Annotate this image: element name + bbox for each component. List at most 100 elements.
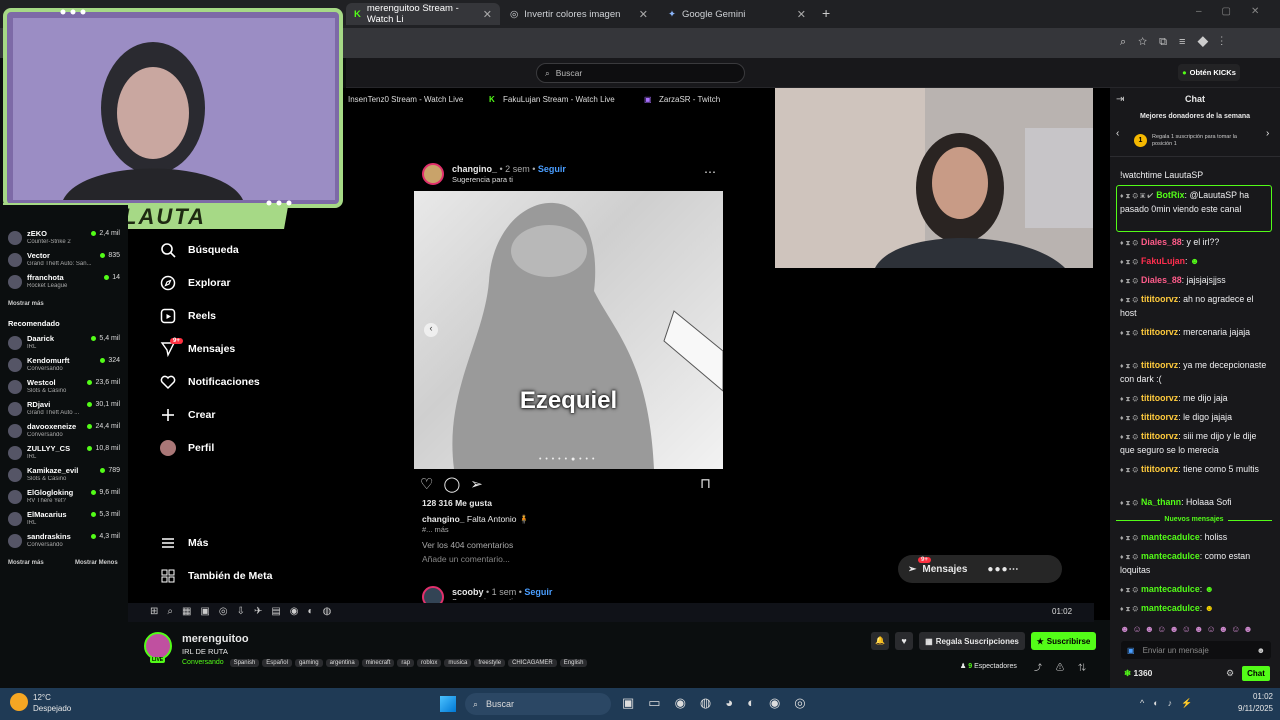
chat-username[interactable]: BotRix	[1156, 190, 1184, 200]
tag[interactable]: Español	[262, 659, 292, 667]
nav-explorar[interactable]: Explorar	[160, 275, 231, 291]
sidebar-channel[interactable]: ZULLYY_CS IRL 10,8 mil	[8, 444, 124, 464]
chat-username[interactable]: mantecadulce	[1141, 584, 1200, 594]
chat-input[interactable]: ▣ Enviar un mensaje ☻	[1121, 641, 1271, 659]
bookmark-icon[interactable]: ⊓	[700, 475, 711, 492]
show-more-link[interactable]: Mostrar más	[8, 560, 44, 566]
tag[interactable]: freestyle	[474, 659, 506, 667]
nav-mas[interactable]: Más	[160, 535, 208, 551]
chat-username[interactable]: FakuLujan	[1141, 256, 1185, 266]
chat-username[interactable]: tititoorvz	[1141, 464, 1178, 474]
chat-username[interactable]: mantecadulce	[1141, 551, 1200, 561]
tag[interactable]: minecraft	[361, 659, 395, 667]
chat-username[interactable]: tititoorvz	[1141, 360, 1178, 370]
sidebar-channel[interactable]: ElGlogloking RV There Yet? 9,6 mil	[8, 488, 124, 508]
channel-action-icons[interactable]: ⤴⚠⇅	[1034, 662, 1100, 673]
windows-taskbar: 12°C Despejado ⌕ Buscar ▣▭◉◍◕◐◉◎ ^◐♪⚡ 01:…	[0, 688, 1280, 720]
nav-notificaciones[interactable]: Notificaciones	[160, 374, 260, 390]
sidebar-channel[interactable]: Kamikaze_evil Slots & Casino 789	[8, 466, 124, 486]
nav-busqueda[interactable]: Búsqueda	[160, 242, 239, 258]
taskbar-app-icons[interactable]: ▣▭◉◍◕◐◉◎	[622, 695, 820, 711]
tag[interactable]: gaming	[294, 659, 323, 667]
search-input[interactable]: ⌕ Buscar	[536, 63, 745, 83]
get-kicks-button[interactable]: ● Obtén KICKs	[1178, 64, 1240, 81]
nav-perfil[interactable]: Perfil	[160, 440, 214, 456]
chat-username[interactable]: tititoorvz	[1141, 431, 1178, 441]
chat-message: ♦ ⧗ ⚙ tititoorvz: mercenaria jajaja	[1120, 327, 1251, 337]
caption-username[interactable]: changino_	[422, 514, 465, 524]
chat-username[interactable]: tititoorvz	[1141, 412, 1178, 422]
gift-subs-button[interactable]: ▦ Regala Suscripciones	[919, 632, 1025, 650]
category-link[interactable]: Conversando	[182, 659, 224, 666]
messages-button[interactable]: ➢ 9+ Mensajes ●●●⋯	[898, 555, 1062, 583]
post-username[interactable]: changino_	[452, 164, 497, 174]
post-actions[interactable]: ♡◯➢	[420, 475, 493, 493]
chat-username[interactable]: Diales_88	[1141, 275, 1182, 285]
prev-arrow-icon[interactable]: ‹	[1116, 128, 1119, 139]
chat-username[interactable]: mantecadulce	[1141, 532, 1200, 542]
follow-button[interactable]: Seguir	[538, 164, 566, 174]
avatar[interactable]	[422, 163, 444, 185]
sidebar-channel[interactable]: Daarick IRL 5,4 mil	[8, 334, 124, 354]
windows-start-icon[interactable]	[440, 696, 456, 712]
settings-icon[interactable]: ⚙	[1226, 668, 1234, 679]
chat-username[interactable]: mantecadulce	[1141, 603, 1200, 613]
post-image[interactable]: Ezequiel ‹ • • • • • ● • • •	[414, 191, 724, 469]
tray-icons[interactable]: ^◐♪⚡	[1140, 698, 1201, 709]
sidebar-channel[interactable]: ffranchota Rocket League 14	[8, 273, 124, 293]
sidebar-channel[interactable]: Kendomurft Conversando 324	[8, 356, 124, 376]
nav-meta[interactable]: También de Meta	[160, 568, 272, 584]
show-more-link[interactable]: Mostrar más	[8, 301, 44, 307]
post-username[interactable]: scooby	[452, 587, 484, 597]
tag[interactable]: Spanish	[229, 659, 260, 667]
sidebar-channel[interactable]: Westcol Slots & Casino 23,6 mil	[8, 378, 124, 398]
view-comments[interactable]: Ver los 404 comentarios	[422, 540, 513, 550]
caption-more[interactable]: #... más	[422, 525, 449, 534]
chat-username[interactable]: Diales_88	[1141, 237, 1182, 247]
emoji-icon[interactable]: ☻	[1257, 646, 1265, 655]
window-controls[interactable]: –▢✕	[1196, 6, 1279, 17]
tag[interactable]: rap	[397, 659, 415, 667]
emote-bar[interactable]: ☻☺☻☺☻☺☻☺☻☺☻	[1120, 624, 1270, 638]
sidebar-channel[interactable]: sandraskins Conversando 4,3 mil	[8, 532, 124, 552]
nav-crear[interactable]: Crear	[160, 407, 215, 423]
sidebar-channel[interactable]: zEKO Counter-Strike 2 2,4 mil	[8, 229, 124, 249]
tag[interactable]: roblox	[417, 659, 442, 667]
sidebar-channel[interactable]: RDjavi Grand Theft Auto ... 30,1 mil	[8, 400, 124, 420]
comment-input[interactable]: Añade un comentario...	[422, 554, 510, 564]
sidebar-channel[interactable]: ElMacarius IRL 5,3 mil	[8, 510, 124, 530]
nav-reels[interactable]: Reels	[160, 308, 216, 324]
heart-icon[interactable]: ♥	[895, 632, 913, 650]
new-tab-button[interactable]: +	[822, 5, 830, 21]
close-icon[interactable]: ✕	[639, 8, 648, 21]
send-chat-button[interactable]: Chat	[1242, 666, 1270, 681]
chat-username[interactable]: tititoorvz	[1141, 327, 1178, 337]
channel-points[interactable]: ❄ 1360	[1124, 668, 1152, 679]
prev-arrow-icon[interactable]: ‹	[424, 323, 438, 337]
tag[interactable]: musica	[444, 659, 472, 667]
show-less-link[interactable]: Mostrar Menos	[75, 560, 118, 566]
chat-username[interactable]: tititoorvz	[1141, 294, 1178, 304]
next-arrow-icon[interactable]: ›	[1266, 128, 1269, 139]
follow-button[interactable]: Seguir	[524, 587, 552, 597]
tag[interactable]: CHICAGAMER	[508, 659, 557, 667]
tab-merenguitoo[interactable]: K merenguitoo Stream - Watch Li ✕	[346, 3, 500, 25]
channel-avatar[interactable]	[144, 632, 172, 660]
tag[interactable]: English	[559, 659, 588, 667]
tab-gemini[interactable]: ✦ Google Gemini ✕	[660, 3, 814, 25]
close-icon[interactable]: ✕	[797, 8, 806, 21]
tag[interactable]: argentina	[325, 659, 359, 667]
close-icon[interactable]: ✕	[483, 8, 492, 21]
sidebar-channel[interactable]: davooxeneize Conversando 24,4 mil	[8, 422, 124, 442]
more-options-icon[interactable]: ⋯	[704, 165, 716, 179]
taskbar-search[interactable]: ⌕ Buscar	[465, 693, 611, 715]
nav-mensajes[interactable]: 9+ Mensajes	[160, 338, 235, 357]
sidebar-channel[interactable]: Vector Grand Theft Auto: San... 835	[8, 251, 124, 271]
browser-toolbar-icons[interactable]: ⌕☆⧉≡◆⋮	[1120, 36, 1235, 49]
tab-invertir[interactable]: ◎ Invertir colores imagen ✕	[502, 3, 656, 25]
subscribe-button[interactable]: ★ Suscribirse	[1031, 632, 1096, 650]
chat-username[interactable]: Na_thann	[1141, 497, 1181, 507]
bell-icon[interactable]: 🔔	[871, 632, 889, 650]
channel-name[interactable]: merenguitoo	[182, 633, 249, 645]
chat-username[interactable]: tititoorvz	[1141, 393, 1178, 403]
